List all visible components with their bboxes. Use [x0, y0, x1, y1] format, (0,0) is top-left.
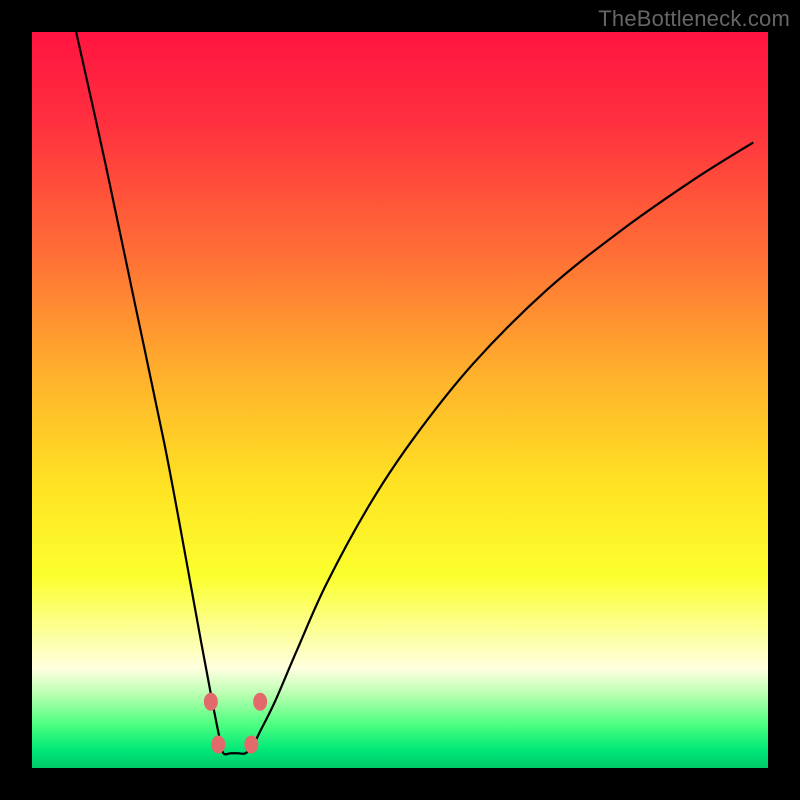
plot-background-gradient [32, 32, 768, 768]
curve-marker [244, 735, 258, 753]
chart-container: { "watermark": "TheBottleneck.com", "cha… [0, 0, 800, 800]
curve-marker [204, 693, 218, 711]
curve-marker [253, 693, 267, 711]
bottleneck-chart [0, 0, 800, 800]
watermark-text: TheBottleneck.com [598, 6, 790, 32]
curve-marker [211, 735, 225, 753]
